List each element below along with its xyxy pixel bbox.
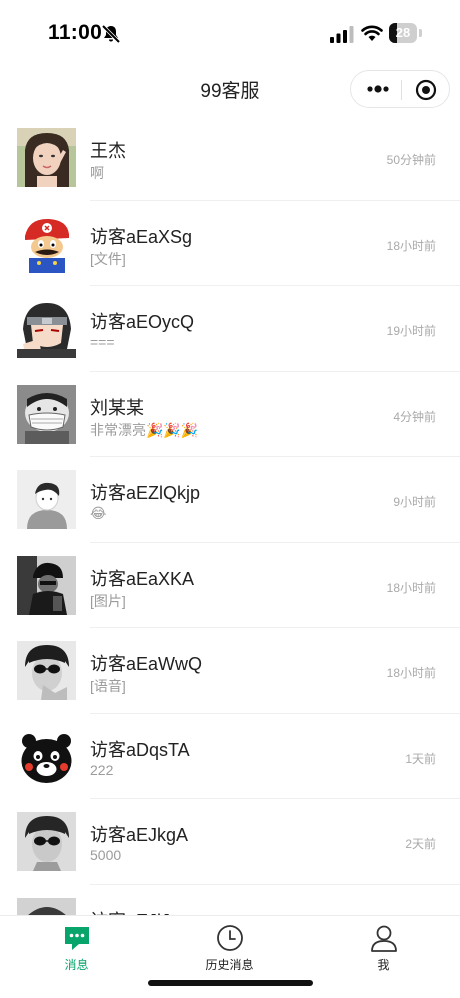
chat-name: 访客aEaXSg [90,226,193,247]
status-time: 11:00 [48,21,103,44]
chat-last-message: [文件] [90,250,126,267]
chat-name: 访客aEZlQkjp [90,483,201,503]
chat-time: 50分钟前 [386,153,436,167]
chat-bubble-icon [64,927,89,950]
bell-muted-icon [101,24,121,44]
cellular-signal-icon [330,26,354,43]
chat-list-item[interactable]: 访客aEOycQ === 19小时前 [0,286,460,372]
tab-label: 消息 [64,958,89,972]
chat-list-item[interactable]: 访客aEaWwQ [语音] 18小时前 [0,628,460,714]
close-target-icon[interactable] [415,79,437,101]
chat-list-item[interactable]: 刘某某 非常漂亮🎉🎉🎉 4分钟前 [0,372,460,458]
chat-name: 访客aEaXKA [90,568,195,589]
chat-last-message: 😂 [90,505,107,521]
chat-last-message: [图片] [90,592,126,609]
person-icon [370,925,397,952]
mini-program-capsule [350,70,450,108]
chat-time: 19小时前 [386,324,436,338]
chat-name: 访客aEJkgA [90,825,189,845]
chat-name: 刘某某 [90,397,144,418]
avatar-anime-ninja [17,299,76,358]
avatar-masked-cartoon [17,384,76,444]
chat-time: 2天前 [405,837,436,851]
chat-list-item[interactable]: 访客aDqsTA 222 1天前 [0,714,460,800]
clock-icon [216,925,243,951]
more-icon[interactable] [365,79,391,99]
avatar-sunglasses-photo-2 [17,812,76,871]
tab-messages[interactable]: 消息 [0,916,153,978]
chat-name: 访客aEOycQ [90,312,195,332]
avatar-girl-photo [17,128,76,187]
chat-name: 王杰 [90,141,126,161]
chat-list-item[interactable]: 访客aEaXKA [图片] 18小时前 [0,543,460,629]
chat-last-message: 222 [90,761,114,778]
avatar-sunglasses-photo [17,641,76,700]
chat-time: 18小时前 [386,238,436,253]
chat-last-message: 非常漂亮🎉🎉🎉 [90,421,199,438]
chat-list: 王杰 啊 50分钟前 访客aEaXSg [文件] 18小时前 访客aEOycQ … [0,115,460,970]
battery-indicator: 28 [389,23,417,43]
tab-label: 历史消息 [205,958,254,972]
chat-name: 访客aDqsTA [90,739,190,760]
home-indicator [148,980,313,986]
chat-time: 9小时前 [393,495,436,509]
capsule-divider [401,80,402,100]
chat-time: 18小时前 [386,580,436,595]
avatar-mario-cartoon [17,213,76,273]
chat-last-message: 5000 [90,847,122,863]
chat-time: 18小时前 [386,666,436,680]
status-bar: 11:00 28 [0,0,460,62]
battery-tip [419,29,422,37]
battery-percentage: 28 [395,25,411,40]
avatar-dark-photo [17,555,76,615]
chat-last-message: === [90,334,115,350]
chat-list-item[interactable]: 访客aEZlQkjp 😂 9小时前 [0,457,460,543]
chat-last-message: 啊 [90,165,104,181]
tab-history[interactable]: 历史消息 [153,916,306,978]
wifi-icon [361,25,383,41]
chat-time: 1天前 [405,751,436,766]
chat-name: 访客aEaWwQ [90,654,203,674]
avatar-default-person [17,470,76,529]
chat-list-item[interactable]: 王杰 啊 50分钟前 [0,115,460,201]
avatar-kumamon [17,726,76,786]
tab-me[interactable]: 我 [307,916,460,978]
chat-list-item[interactable]: 访客aEaXSg [文件] 18小时前 [0,201,460,287]
chat-list-item[interactable]: 访客aEJkgA 5000 2天前 [0,799,460,885]
chat-time: 4分钟前 [393,409,436,424]
tab-label: 我 [377,958,390,972]
chat-last-message: [语音] [90,678,126,694]
